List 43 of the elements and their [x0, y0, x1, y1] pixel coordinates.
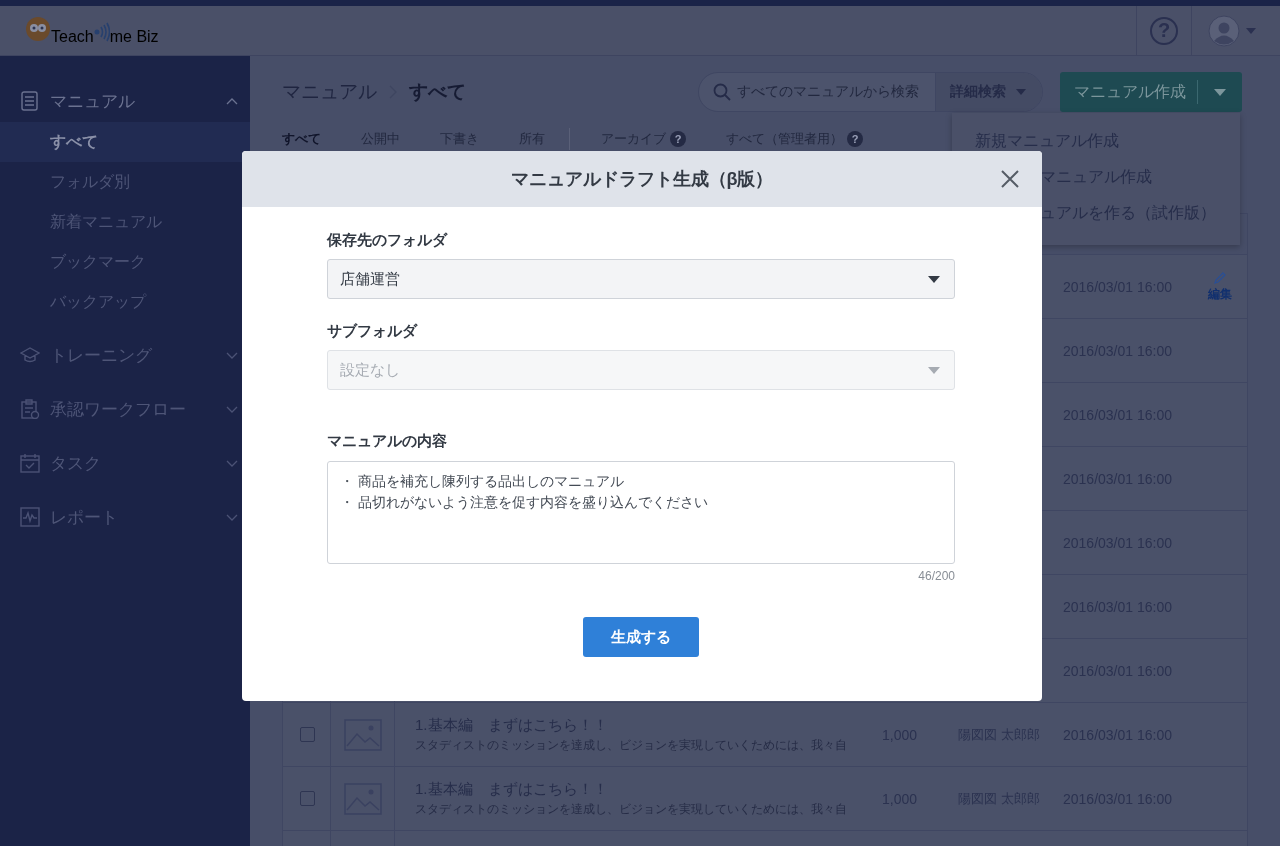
search-icon	[713, 83, 731, 101]
row-checkbox[interactable]	[299, 791, 315, 806]
pencil-icon	[1212, 270, 1227, 285]
text-line: ・ 品切れがないよう注意を促す内容を盛り込んでください	[340, 493, 709, 512]
modal-title: マニュアルドラフト生成（β版）	[510, 168, 774, 191]
caret-down-icon	[1214, 88, 1226, 96]
character-counter: 46/200	[918, 569, 955, 583]
sound-wave-icon	[93, 21, 110, 42]
notebook-icon	[20, 91, 40, 111]
clipboard-icon	[20, 399, 40, 419]
edit-link[interactable]: 編集	[1207, 270, 1232, 303]
create-manual-button[interactable]: マニュアル作成	[1060, 72, 1242, 112]
graduation-cap-icon	[20, 345, 40, 365]
filter-tab[interactable]: すべて	[282, 130, 321, 148]
generate-button[interactable]: 生成する	[583, 617, 699, 657]
owl-icon	[25, 15, 51, 42]
field-label: 保存先のフォルダ	[327, 231, 449, 249]
help-badge[interactable]: ?	[670, 131, 686, 147]
text-area-field[interactable]: ・ 商品を補充し陳列する品出しのマニュアル ・ 品切れがないよう注意を促す内容を盛り込んでください	[327, 461, 955, 564]
nav-section[interactable]: マニュアル	[0, 80, 250, 122]
logo: Teach me Biz	[25, 15, 159, 46]
chevron-down-icon	[226, 459, 238, 467]
field-label: サブフォルダ	[327, 322, 419, 340]
close-button[interactable]	[1000, 169, 1020, 189]
help-badge[interactable]: ?	[847, 131, 863, 147]
chevron-down-icon	[226, 351, 238, 359]
caret-down-icon	[1246, 27, 1256, 34]
close-icon	[1000, 169, 1020, 189]
chevron-up-icon	[226, 97, 238, 105]
text-line: ・ 商品を補充し陳列する品出しのマニュアル	[340, 472, 625, 491]
avatar-icon	[1208, 14, 1240, 47]
row-checkbox[interactable]	[299, 727, 315, 742]
chevron-down-icon	[226, 513, 238, 521]
select-field[interactable]: 店舗運営	[327, 259, 955, 299]
nav-item[interactable]: すべて	[0, 122, 250, 162]
chevron-down-icon	[226, 405, 238, 413]
calendar-icon	[20, 453, 40, 473]
field-label: マニュアルの内容	[327, 432, 448, 450]
chart-icon	[20, 507, 40, 527]
caret-down-icon	[928, 366, 940, 374]
caret-down-icon	[928, 275, 940, 283]
caret-down-icon	[1016, 89, 1026, 95]
help-button[interactable]: ?	[1136, 6, 1192, 55]
